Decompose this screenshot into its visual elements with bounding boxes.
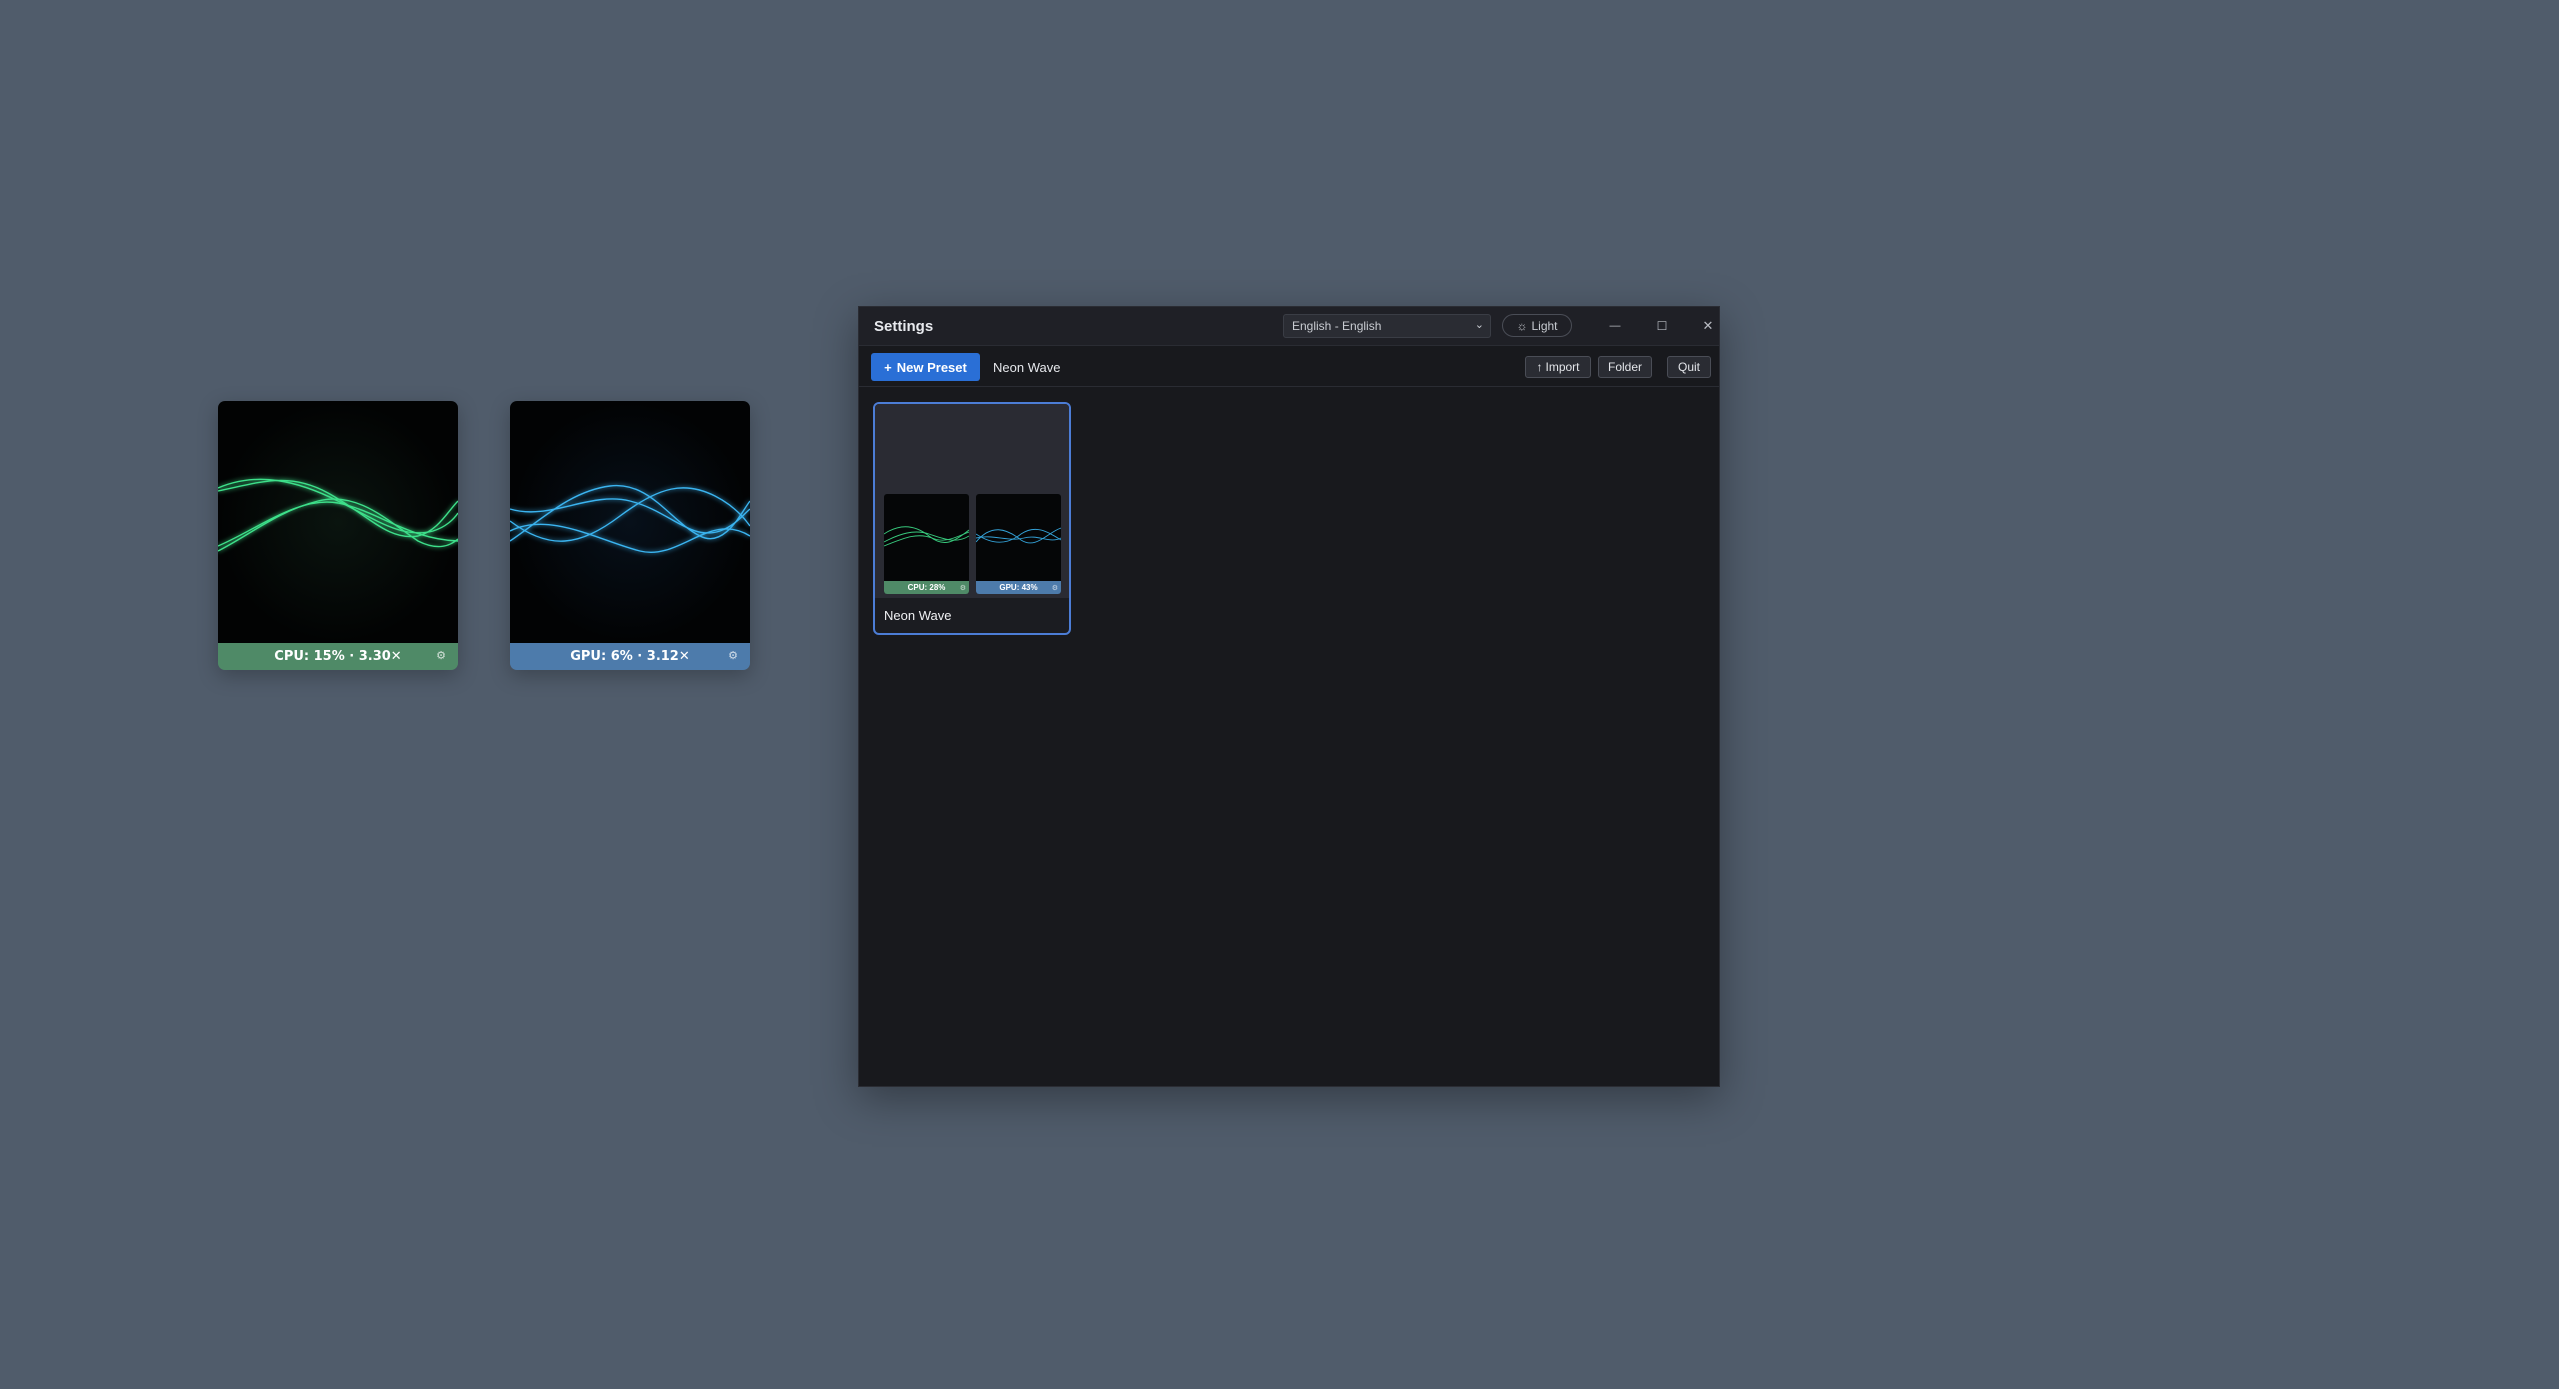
- gear-icon: ⚙: [1051, 584, 1058, 592]
- plus-icon: +: [884, 359, 892, 375]
- preset-name: Neon Wave: [884, 608, 952, 623]
- import-button[interactable]: ↑ Import: [1525, 356, 1591, 378]
- import-label: Import: [1545, 360, 1580, 374]
- gpu-widget[interactable]: GPU: 6% · 3.12✕ ⚙: [510, 401, 750, 670]
- gear-icon[interactable]: ⚙: [436, 649, 446, 662]
- language-select[interactable]: English - English ⌄: [1283, 314, 1491, 338]
- maximize-button[interactable]: ☐: [1650, 315, 1674, 337]
- cpu-visualizer: [218, 401, 458, 643]
- preset-gpu-preview: GPU: 43% ⚙: [976, 494, 1061, 594]
- quit-button[interactable]: Quit: [1667, 356, 1711, 378]
- minimize-icon: —: [1609, 320, 1621, 332]
- theme-toggle-button[interactable]: ☼ Light: [1502, 314, 1572, 337]
- gpu-status-label: GPU: 6% · 3.12✕: [570, 649, 690, 664]
- close-button[interactable]: ✕: [1696, 315, 1720, 337]
- cpu-wave-graphic: [884, 526, 969, 547]
- gpu-status-bar: GPU: 6% · 3.12✕ ⚙: [510, 643, 750, 670]
- preset-preview: CPU: 28% ⚙ GPU: 43% ⚙: [875, 404, 1069, 598]
- preset-cpu-bar: CPU: 28% ⚙: [884, 581, 969, 594]
- gear-icon: ⚙: [959, 584, 966, 592]
- gear-icon[interactable]: ⚙: [728, 649, 738, 662]
- preset-cpu-preview: CPU: 28% ⚙: [884, 494, 969, 594]
- language-select-value: English - English: [1292, 319, 1382, 333]
- new-preset-button[interactable]: + New Preset: [871, 353, 980, 381]
- cpu-wave-graphic: [218, 478, 458, 552]
- folder-label: Folder: [1607, 360, 1642, 374]
- close-icon: ✕: [1702, 318, 1714, 333]
- quit-label: Quit: [1677, 360, 1700, 374]
- cpu-status-bar: CPU: 15% · 3.30✕ ⚙: [218, 643, 458, 670]
- gpu-visualizer: [510, 401, 750, 643]
- preset-card[interactable]: CPU: 28% ⚙ GPU: 43% ⚙ Neon Wave: [873, 402, 1071, 635]
- preset-gpu-bar: GPU: 43% ⚙: [976, 581, 1061, 594]
- window-title: Settings: [874, 318, 934, 335]
- cpu-widget[interactable]: CPU: 15% · 3.30✕ ⚙: [218, 401, 458, 670]
- theme-toggle-label: Light: [1531, 318, 1558, 333]
- current-preset-name: Neon Wave: [993, 360, 1061, 375]
- chevron-down-icon: ⌄: [1474, 319, 1484, 331]
- maximize-icon: ☐: [1656, 319, 1668, 333]
- gpu-wave-graphic: [510, 484, 750, 554]
- cpu-status-label: CPU: 15% · 3.30✕: [274, 649, 402, 664]
- minimize-button[interactable]: —: [1603, 315, 1627, 337]
- sun-icon: ☼: [1516, 318, 1528, 333]
- preset-cpu-label: CPU: 28%: [907, 583, 946, 592]
- preset-gpu-label: GPU: 43%: [999, 583, 1038, 592]
- new-preset-label: New Preset: [896, 359, 967, 375]
- toolbar: + New Preset Neon Wave ↑ Import Folder Q…: [859, 346, 1719, 387]
- title-bar[interactable]: Settings English - English ⌄ ☼ Light — ☐…: [859, 307, 1719, 346]
- gpu-wave-graphic: [976, 527, 1061, 544]
- upload-icon: ↑: [1536, 360, 1543, 374]
- folder-button[interactable]: Folder: [1598, 356, 1652, 378]
- settings-window: Settings English - English ⌄ ☼ Light — ☐…: [858, 306, 1720, 1087]
